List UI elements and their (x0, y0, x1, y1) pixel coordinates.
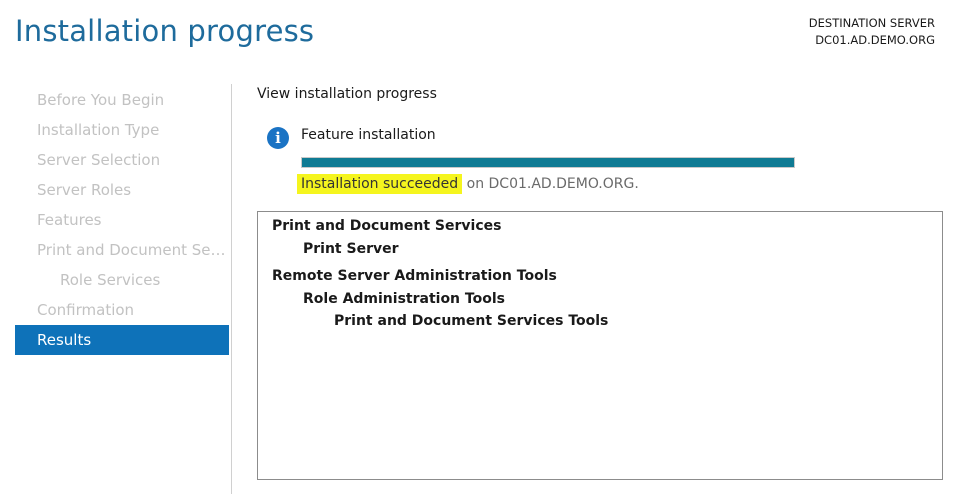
destination-server-block: DESTINATION SERVER DC01.AD.DEMO.ORG (809, 15, 935, 49)
result-item: Print and Document Services Tools (334, 313, 609, 329)
nav-item-confirmation[interactable]: Confirmation (15, 295, 229, 325)
progress-fill (302, 158, 794, 167)
wizard-page: Installation progress DESTINATION SERVER… (0, 0, 955, 494)
result-item: Remote Server Administration Tools (272, 268, 557, 284)
results-list[interactable]: Print and Document Services Print Server… (257, 211, 943, 480)
result-item: Role Administration Tools (303, 291, 505, 307)
wizard-navigation: Before You Begin Installation Type Serve… (15, 85, 229, 355)
nav-item-server-selection[interactable]: Server Selection (15, 145, 229, 175)
nav-item-print-document-services[interactable]: Print and Document Servi... (15, 235, 229, 265)
nav-item-installation-type[interactable]: Installation Type (15, 115, 229, 145)
result-item: Print Server (303, 241, 399, 257)
nav-item-role-services[interactable]: Role Services (15, 265, 229, 295)
nav-item-results[interactable]: Results (15, 325, 229, 355)
status-detail: on DC01.AD.DEMO.ORG. (462, 176, 639, 192)
section-subtitle: View installation progress (257, 86, 437, 102)
destination-label: DESTINATION SERVER (808, 16, 935, 30)
installation-status: Installation succeeded on DC01.AD.DEMO.O… (297, 174, 639, 194)
nav-item-features[interactable]: Features (15, 205, 229, 235)
nav-item-before-you-begin[interactable]: Before You Begin (15, 85, 229, 115)
info-icon: i (267, 127, 289, 149)
main-content: View installation progress i Feature ins… (257, 84, 947, 480)
sidebar-divider (231, 84, 232, 494)
nav-item-server-roles[interactable]: Server Roles (15, 175, 229, 205)
destination-server-name: DC01.AD.DEMO.ORG (815, 33, 935, 47)
installation-progress-bar (301, 157, 795, 168)
page-title: Installation progress (15, 14, 315, 48)
result-item: Print and Document Services (272, 218, 502, 234)
feature-installation-label: Feature installation (301, 127, 436, 143)
status-highlight: Installation succeeded (297, 174, 463, 194)
